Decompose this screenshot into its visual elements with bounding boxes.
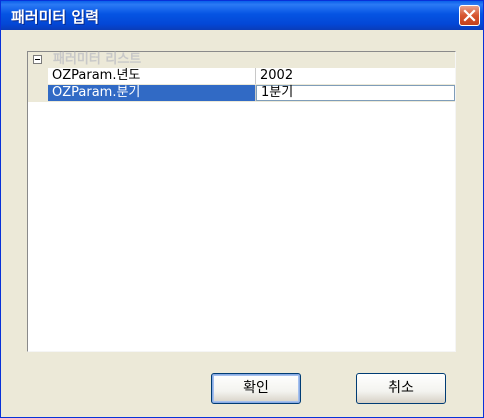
group-header[interactable]: 패러미터 리스트 xyxy=(28,52,455,68)
param-value-year[interactable]: 2002 xyxy=(256,68,455,84)
param-row-year[interactable]: OZParam.년도 2002 xyxy=(28,68,455,85)
title-bar[interactable]: 패러미터 입력 xyxy=(1,1,483,30)
collapse-icon[interactable] xyxy=(33,55,42,64)
dialog-title: 패러미터 입력 xyxy=(11,8,100,26)
close-button[interactable] xyxy=(459,5,480,26)
group-label: 패러미터 리스트 xyxy=(53,52,142,67)
close-icon xyxy=(463,9,476,22)
ok-button[interactable]: 확인 xyxy=(211,373,301,404)
param-name-quarter[interactable]: OZParam.분기 xyxy=(48,85,256,101)
parameter-grid: 패러미터 리스트 OZParam.년도 2002 OZParam.분기 1분기 xyxy=(27,51,456,352)
param-row-quarter[interactable]: OZParam.분기 1분기 xyxy=(28,85,455,102)
row-gutter xyxy=(28,85,48,102)
param-value-quarter-input[interactable]: 1분기 xyxy=(256,85,455,101)
cancel-button[interactable]: 취소 xyxy=(356,373,446,404)
param-name-year[interactable]: OZParam.년도 xyxy=(48,68,256,84)
dialog-window: 패러미터 입력 패러미터 리스트 OZParam.년도 2002 OZParam… xyxy=(0,0,484,418)
row-gutter xyxy=(28,68,48,85)
